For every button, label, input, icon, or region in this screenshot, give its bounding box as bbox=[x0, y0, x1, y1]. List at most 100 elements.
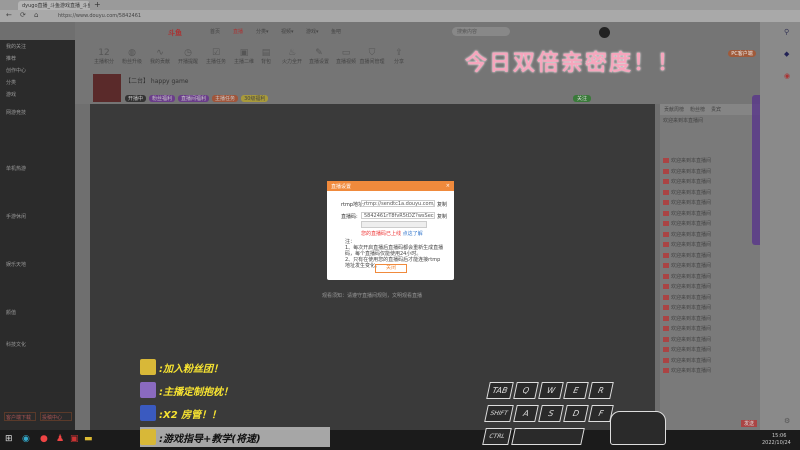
chat-message: 欢迎来到本直播间 bbox=[660, 344, 760, 355]
qq-icon[interactable]: ♟ bbox=[56, 434, 64, 444]
video-app-icon[interactable]: ▣ bbox=[70, 434, 79, 444]
pulse-icon: ∿ bbox=[156, 48, 164, 58]
sidebar-section[interactable]: 颜值 bbox=[0, 306, 75, 318]
points-value: 12 bbox=[98, 48, 110, 58]
shield-icon: ⛉ bbox=[368, 48, 376, 58]
client-download-button[interactable]: 客户端下载 bbox=[4, 412, 36, 421]
avatar[interactable] bbox=[599, 27, 610, 38]
feature-contrib[interactable]: ∿ 我的贡献 bbox=[146, 48, 174, 65]
feature-fans[interactable]: ◍ 粉丝升级 bbox=[118, 48, 146, 65]
feature-manage[interactable]: ⛉ 直播间管理 bbox=[358, 48, 386, 65]
chat-message: 欢迎来到本直播间 bbox=[660, 166, 760, 177]
clock-date[interactable]: 2022/10/24 bbox=[762, 440, 791, 446]
tab-weekly[interactable]: 贡献周榜 bbox=[664, 106, 684, 113]
follow-button[interactable]: 关注 bbox=[573, 95, 592, 102]
search-icon[interactable]: ⚲ bbox=[784, 28, 789, 36]
key-q: Q bbox=[513, 382, 539, 399]
taskbar: ⊞ ◉ ● ♟ ▣ ▬ 15:06 2022/10/24 bbox=[0, 430, 800, 450]
nav-live[interactable]: 直播 bbox=[233, 28, 243, 35]
edge-icon[interactable]: ◉ bbox=[22, 434, 30, 444]
nav-game[interactable]: 游戏▾ bbox=[306, 28, 319, 35]
left-sidebar: 我的关注 推荐 创作中心 分类 游戏 网游竞技 单机热游 手游休闲 娱乐天地 颜… bbox=[0, 40, 75, 430]
office-icon[interactable]: ◉ bbox=[784, 72, 790, 80]
sidebar-item-follow[interactable]: 我的关注 bbox=[0, 40, 75, 52]
nav-home[interactable]: 首页 bbox=[210, 28, 220, 35]
feature-label: 主播二维 bbox=[233, 59, 254, 65]
key-space bbox=[511, 428, 585, 445]
sidebar-section[interactable]: 手游休闲 bbox=[0, 210, 75, 222]
clock-time[interactable]: 15:06 bbox=[772, 433, 786, 439]
chat-notice: 欢迎来到本直播间 bbox=[663, 118, 704, 124]
tab-vip[interactable]: 贵宾 bbox=[711, 106, 721, 113]
nav-yuba[interactable]: 鱼吧 bbox=[331, 28, 341, 35]
nav-category[interactable]: 分类▾ bbox=[256, 28, 269, 35]
feature-label: 直播设置 bbox=[308, 59, 329, 65]
feature-label: 背包 bbox=[260, 59, 271, 65]
browser-tab[interactable]: dyugo直播_斗鱼游戏直播_斗鱼直 bbox=[18, 1, 90, 10]
badge-live[interactable]: 开播中 bbox=[125, 95, 147, 102]
line-select[interactable] bbox=[361, 221, 427, 228]
badge-room[interactable]: 直播间福利 bbox=[178, 95, 210, 102]
feature-points[interactable]: 12 主播积分 bbox=[90, 48, 118, 65]
sidebar-item-game[interactable]: 游戏 bbox=[0, 88, 75, 100]
sidebar-item-creator[interactable]: 创作中心 bbox=[0, 64, 75, 76]
chat-message: 欢迎来到本直播间 bbox=[660, 176, 760, 187]
folder-icon[interactable]: ▬ bbox=[84, 434, 93, 444]
home-icon[interactable]: ⌂ bbox=[34, 11, 38, 19]
copy-code-button[interactable]: 复制 bbox=[437, 213, 447, 220]
pc-client-button[interactable]: PC客户端 bbox=[728, 50, 756, 57]
key-s: S bbox=[538, 405, 564, 422]
key-r: R bbox=[588, 382, 614, 399]
feature-share[interactable]: ⇪ 分享 bbox=[385, 48, 413, 65]
pillow-icon bbox=[140, 382, 156, 398]
reload-icon[interactable]: ⟳ bbox=[20, 11, 26, 19]
feature-video[interactable]: ▭ 直播视频 bbox=[332, 48, 360, 65]
badge-task[interactable]: 主播任务 bbox=[212, 95, 239, 102]
feature-task[interactable]: ☑ 主播任务 bbox=[202, 48, 230, 65]
chat-tabs: 贡献周榜 粉丝榜 贵宾 bbox=[660, 104, 760, 115]
sidebar-section[interactable]: 娱乐天地 bbox=[0, 258, 75, 270]
streamer-avatar[interactable] bbox=[93, 74, 121, 102]
sidebar-item-category[interactable]: 分类 bbox=[0, 76, 75, 88]
sidebar-section[interactable]: 科技文化 bbox=[0, 338, 75, 350]
url-input[interactable]: https://www.douyu.com/5842461 bbox=[58, 13, 141, 19]
chat-message: 欢迎来到本直播间 bbox=[660, 239, 760, 250]
check-icon: ☑ bbox=[211, 48, 221, 58]
learn-more-link[interactable]: 点这了解 bbox=[403, 231, 423, 237]
feature-label: 开播提醒 bbox=[177, 59, 198, 65]
back-icon[interactable]: ← bbox=[6, 11, 12, 19]
upload-center-button[interactable]: 投稿中心 bbox=[40, 412, 72, 421]
sidebar-section[interactable]: 单机热游 bbox=[0, 162, 75, 174]
site-logo[interactable]: 斗鱼 bbox=[168, 28, 182, 38]
feature-remind[interactable]: ◷ 开播提醒 bbox=[174, 48, 202, 65]
settings-icon[interactable]: ⚙ bbox=[784, 417, 790, 425]
close-button[interactable]: 关闭 bbox=[375, 264, 407, 273]
feature-settings[interactable]: ✎ 直播设置 bbox=[305, 48, 333, 65]
feature-bag[interactable]: ▤ 背包 bbox=[252, 48, 280, 65]
chat-message: 欢迎来到本直播间 bbox=[660, 302, 760, 313]
badge-fans[interactable]: 粉丝福利 bbox=[149, 95, 176, 102]
rtmp-input[interactable]: rtmp://sendtc1a.douyu.com/live bbox=[361, 200, 435, 207]
promo-admin: :X2 房管！！ bbox=[140, 403, 221, 423]
tv-icon: ▭ bbox=[341, 48, 351, 58]
nav-video[interactable]: 视频▾ bbox=[281, 28, 294, 35]
key-w: W bbox=[538, 382, 564, 399]
copy-rtmp-button[interactable]: 复制 bbox=[437, 201, 447, 208]
key-shift: SHIFT bbox=[484, 405, 514, 422]
feature-label: 我的贡献 bbox=[149, 59, 170, 65]
close-icon[interactable]: × bbox=[446, 183, 450, 189]
feature-fire[interactable]: ♨ 火力全开 bbox=[278, 48, 306, 65]
search-input[interactable]: 搜索内容 bbox=[452, 27, 510, 36]
chat-message: 欢迎来到本直播间 bbox=[660, 197, 760, 208]
chat-message: 欢迎来到本直播间 bbox=[660, 271, 760, 282]
tab-fans[interactable]: 粉丝榜 bbox=[690, 106, 705, 113]
send-button[interactable]: 发送 bbox=[740, 420, 757, 427]
new-tab-icon[interactable]: + bbox=[94, 0, 101, 9]
windows-start-icon[interactable]: ⊞ bbox=[5, 434, 13, 444]
app-icon[interactable]: ● bbox=[40, 434, 48, 444]
tag-icon[interactable]: ◆ bbox=[784, 50, 789, 58]
badge-level[interactable]: 30级福利 bbox=[241, 95, 269, 102]
sidebar-item-recommend[interactable]: 推荐 bbox=[0, 52, 75, 64]
code-input[interactable]: 5842461rT8fvR5tDZ?wsSecret=******** bbox=[361, 212, 435, 219]
sidebar-section[interactable]: 网游竞技 bbox=[0, 106, 75, 118]
